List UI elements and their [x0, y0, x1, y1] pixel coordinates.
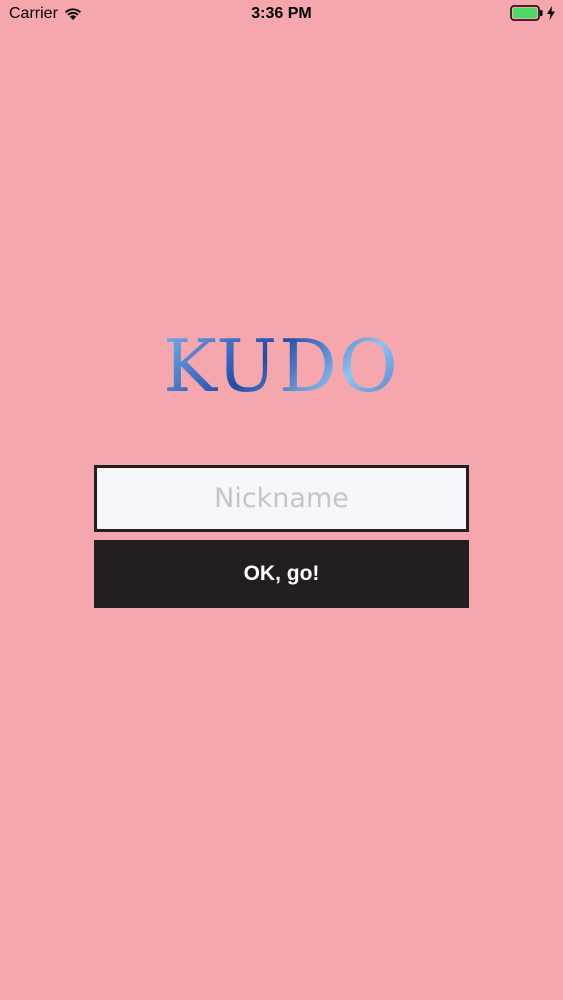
- status-time: 3:36 PM: [251, 5, 312, 22]
- charging-icon: [547, 6, 555, 20]
- status-bar: Carrier 3:36 PM: [0, 0, 563, 30]
- nickname-input[interactable]: [94, 465, 469, 532]
- status-right: [510, 5, 555, 21]
- app-screen: Carrier 3:36 PM KUDO Nickname OK, go!: [0, 0, 563, 1000]
- ok-go-button[interactable]: OK, go!: [94, 540, 469, 608]
- kudo-logo: KUDO: [0, 326, 563, 406]
- battery-fill: [513, 8, 537, 18]
- battery-icon: [510, 5, 544, 21]
